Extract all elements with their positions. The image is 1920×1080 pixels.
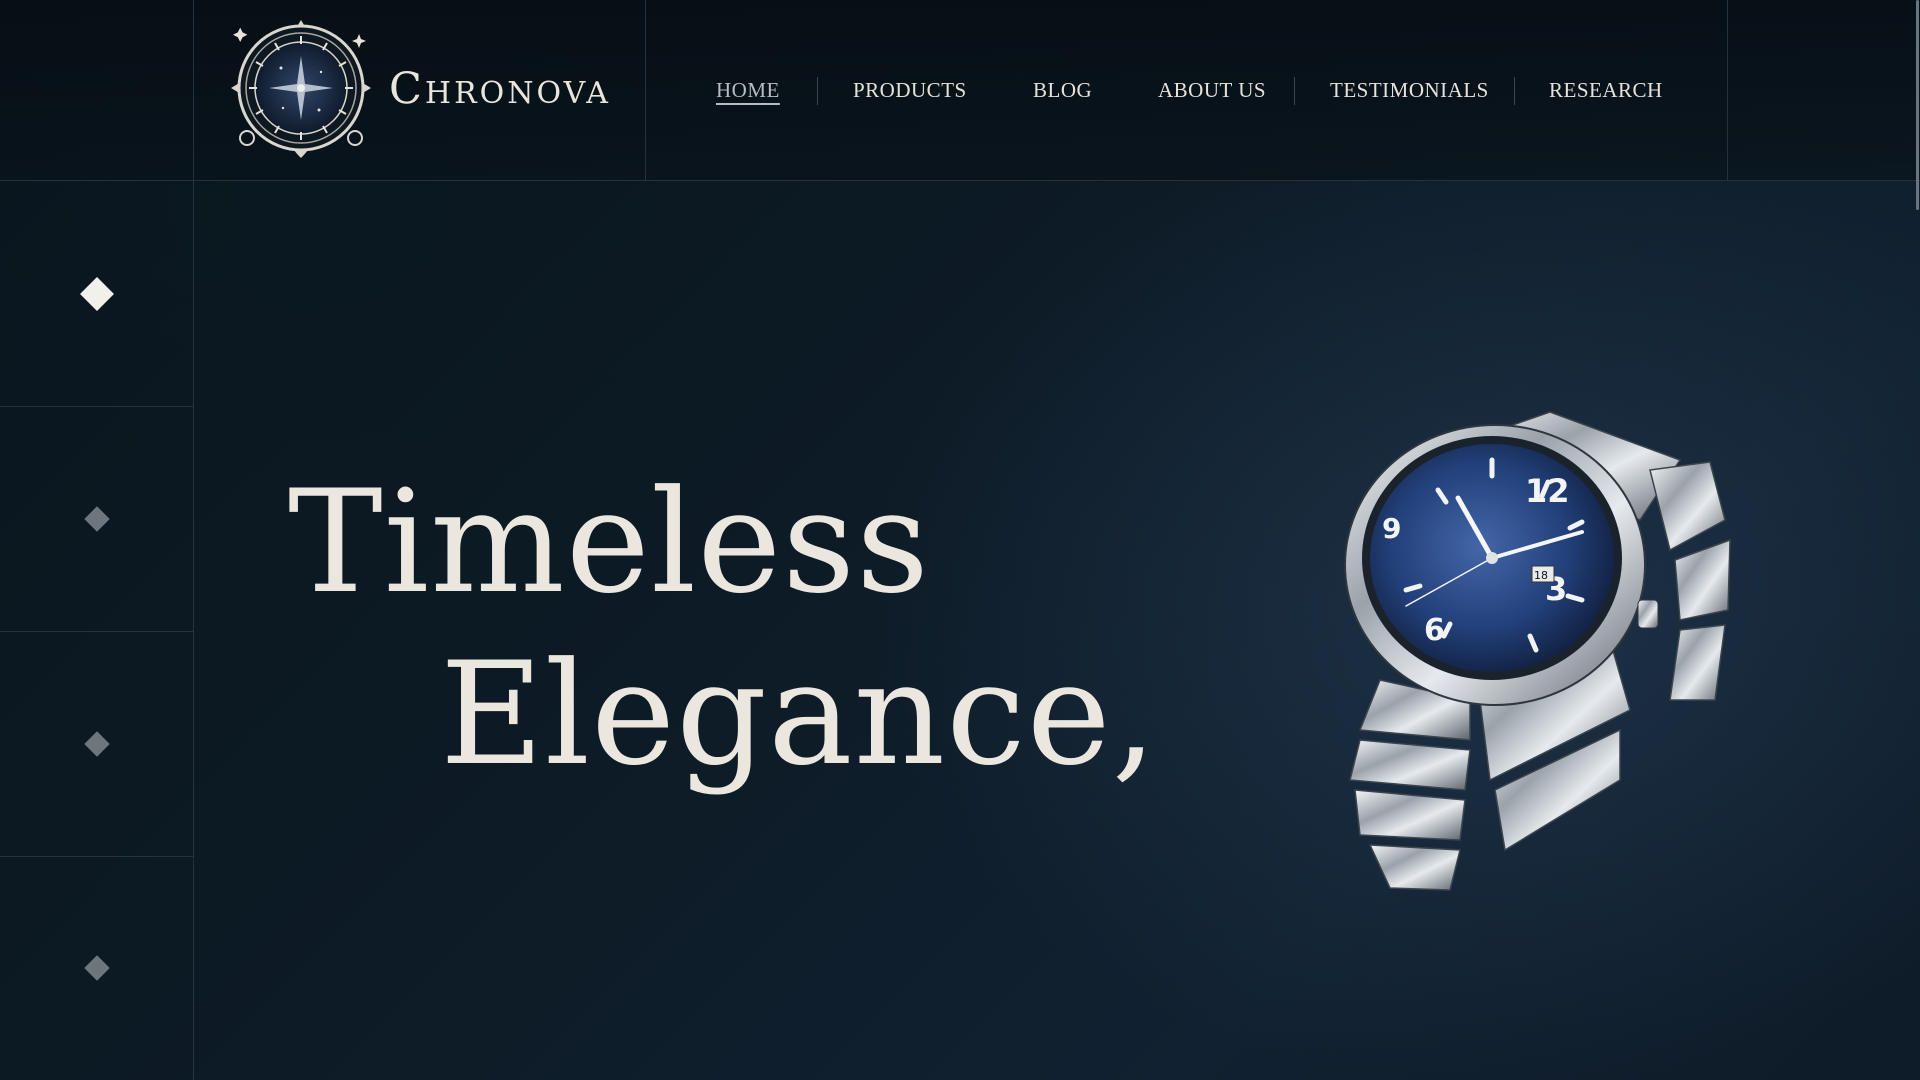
nav-separator: [1514, 77, 1515, 105]
nav-separator: [817, 77, 818, 105]
slide-indicator-4[interactable]: [0, 856, 193, 1080]
wristwatch-image: 12 3 6 9 18: [1344, 411, 1731, 891]
slide-indicator-1[interactable]: [0, 181, 193, 407]
diamond-icon: [79, 276, 114, 311]
nav-blog-link[interactable]: BLOG: [1033, 78, 1092, 103]
nav-separator: [1294, 77, 1295, 105]
hero-heading-line-2: Elegance,: [440, 632, 1158, 797]
dial-numeral-9: 9: [1382, 512, 1401, 545]
brand-logo-link[interactable]: Chronova: [193, 0, 645, 180]
nav-research-link[interactable]: RESEARCH: [1549, 78, 1663, 103]
nav-products-link[interactable]: PRODUCTS: [853, 78, 967, 103]
main-nav: HOME PRODUCTS BLOG ABOUT US TESTIMONIALS…: [646, 0, 1727, 180]
diamond-icon: [83, 505, 110, 532]
header-divider: [1727, 0, 1728, 180]
nav-about-us-link[interactable]: ABOUT US: [1158, 78, 1266, 103]
ornate-clock-emblem-icon: [231, 20, 371, 158]
dial-numeral-6: 6: [1424, 613, 1445, 648]
slide-navigation-rail: [0, 181, 194, 1080]
site-header: Chronova HOME PRODUCTS BLOG ABOUT US TES…: [0, 0, 1920, 181]
dial-date-window: 18: [1534, 569, 1548, 582]
slide-indicator-3[interactable]: [0, 631, 193, 857]
diamond-icon: [83, 730, 110, 757]
page-scrollbar-thumb[interactable]: [1916, 0, 1919, 210]
diamond-icon: [83, 955, 110, 981]
slide-indicator-2[interactable]: [0, 406, 193, 632]
nav-home-link[interactable]: HOME: [716, 78, 780, 103]
dial-numeral-12: 12: [1525, 472, 1570, 510]
nav-testimonials-link[interactable]: TESTIMONIALS: [1330, 78, 1489, 103]
hero-heading-line-1: Timeless: [288, 460, 931, 625]
brand-name: Chronova: [389, 64, 611, 114]
